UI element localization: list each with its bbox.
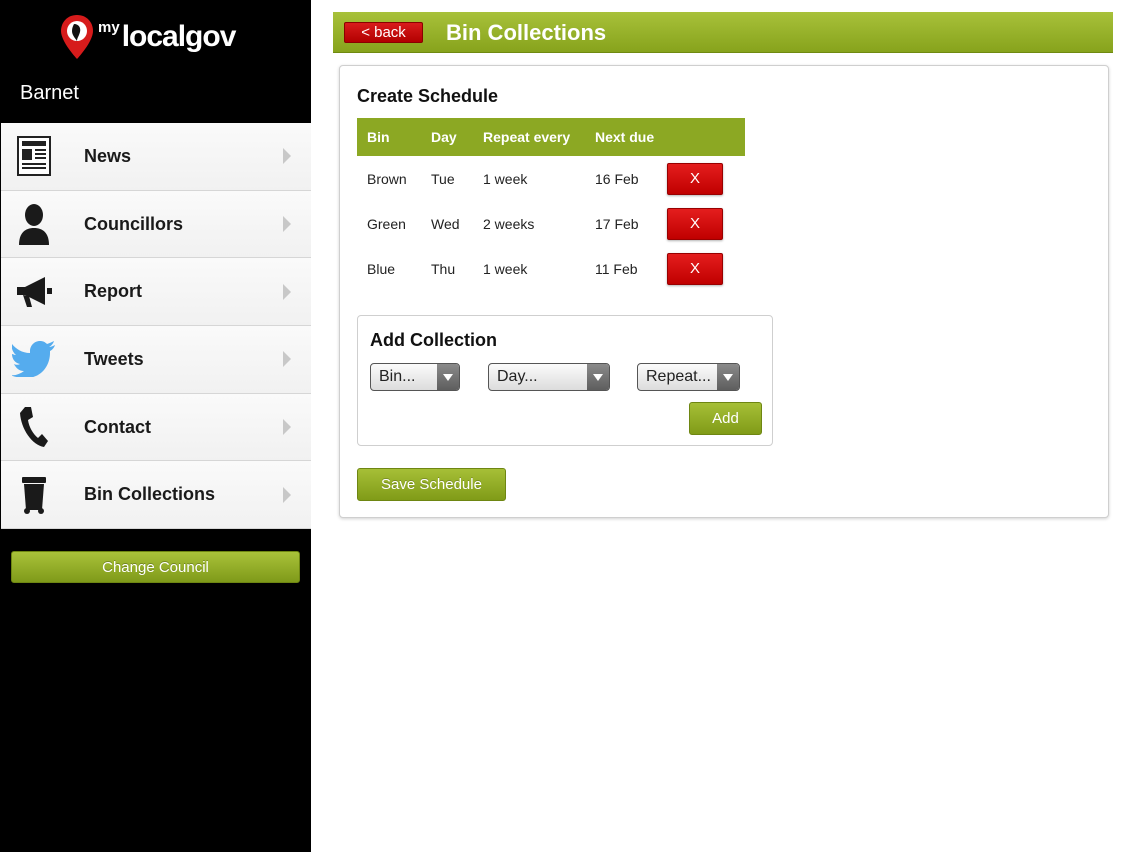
column-header-repeat: Repeat every <box>473 118 585 156</box>
sidebar-item-label: Report <box>84 281 142 302</box>
sidebar-item-label: Contact <box>84 416 151 437</box>
cell-actions: X <box>667 246 745 291</box>
sidebar-item-councillors[interactable]: Councillors <box>1 190 311 259</box>
column-header-actions <box>667 118 745 156</box>
cell-repeat: 1 week <box>483 260 528 277</box>
sidebar-item-contact[interactable]: Contact <box>1 393 311 462</box>
sidebar-item-label: Tweets <box>84 348 144 369</box>
delete-row-button[interactable]: X <box>667 207 723 240</box>
column-header-day: Day <box>421 118 473 156</box>
app-logo: my localgov <box>60 12 237 62</box>
chevron-right-icon <box>283 283 291 300</box>
sidebar-menu: News Councillors Report Tweets Contact B… <box>1 123 311 530</box>
person-icon <box>1 191 67 258</box>
cell-bin: Green <box>367 215 406 232</box>
dropdown-arrow-icon <box>717 364 739 390</box>
chevron-right-icon <box>283 351 291 368</box>
app-root: my localgov Barnet News Councillors Repo… <box>0 0 1136 852</box>
chevron-right-icon <box>283 419 291 436</box>
logo-prefix: my <box>98 18 120 36</box>
cell-repeat: 1 week <box>483 170 528 187</box>
back-button[interactable]: < back <box>344 22 423 43</box>
table-row: Blue Thu 1 week 11 Feb X <box>357 246 745 291</box>
column-header-next-due: Next due <box>585 118 667 156</box>
table-row: Brown Tue 1 week 16 Feb X <box>357 156 745 201</box>
map-pin-icon <box>61 15 93 59</box>
cell-actions: X <box>667 156 745 201</box>
phone-icon <box>1 394 67 461</box>
sidebar-item-label: Councillors <box>84 213 184 234</box>
cell-bin: Blue <box>367 260 396 277</box>
table-row: Green Wed 2 weeks 17 Feb X <box>357 201 745 246</box>
change-council-button[interactable]: Change Council <box>11 551 300 583</box>
cell-repeat: 2 weeks <box>483 215 535 232</box>
schedule-table: Bin Day Repeat every Next due Brown Tue … <box>357 118 745 291</box>
megaphone-icon <box>1 258 67 325</box>
add-collection-box: Add Collection Bin... Day... Repeat... A… <box>357 315 773 446</box>
chevron-right-icon <box>283 216 291 233</box>
logo-brand: localgov <box>121 20 237 53</box>
cell-day: Tue <box>431 170 455 187</box>
dropdown-arrow-icon <box>437 364 459 390</box>
sidebar: my localgov Barnet News Councillors Repo… <box>0 0 311 852</box>
page-title: Bin Collections <box>446 20 607 45</box>
sidebar-item-tweets[interactable]: Tweets <box>1 326 311 394</box>
add-collection-title: Add Collection <box>370 330 497 350</box>
bin-select[interactable]: Bin... <box>370 363 460 391</box>
schedule-panel: Create Schedule Bin Day Repeat every Nex… <box>339 65 1109 518</box>
wheelie-bin-icon <box>1 461 67 528</box>
cell-next-due: 17 Feb <box>595 215 639 232</box>
day-select[interactable]: Day... <box>488 363 610 391</box>
chevron-right-icon <box>283 148 291 165</box>
day-select-value: Day... <box>497 368 538 385</box>
table-header-row: Bin Day Repeat every Next due <box>357 118 745 156</box>
twitter-bird-icon <box>1 326 67 393</box>
create-schedule-title: Create Schedule <box>357 86 499 106</box>
delete-row-button[interactable]: X <box>667 252 723 285</box>
cell-day: Thu <box>431 260 456 277</box>
cell-actions: X <box>667 201 745 246</box>
cell-next-due: 16 Feb <box>595 170 639 187</box>
add-button[interactable]: Add <box>689 402 762 435</box>
bin-select-value: Bin... <box>379 368 416 385</box>
repeat-select-value: Repeat... <box>646 368 711 385</box>
header-bar: < back Bin Collections <box>333 12 1113 53</box>
sidebar-item-report[interactable]: Report <box>1 258 311 327</box>
chevron-right-icon <box>283 486 291 503</box>
sidebar-item-bin-collections[interactable]: Bin Collections <box>1 461 311 530</box>
repeat-select[interactable]: Repeat... <box>637 363 740 391</box>
save-schedule-button[interactable]: Save Schedule <box>357 468 506 501</box>
sidebar-item-news[interactable]: News <box>1 123 311 191</box>
newspaper-icon <box>1 123 67 190</box>
cell-day: Wed <box>431 215 460 232</box>
council-name: Barnet <box>20 82 79 104</box>
cell-next-due: 11 Feb <box>595 260 638 277</box>
column-header-bin: Bin <box>357 118 421 156</box>
dropdown-arrow-icon <box>587 364 609 390</box>
sidebar-item-label: Bin Collections <box>84 484 216 505</box>
cell-bin: Brown <box>367 170 407 187</box>
sidebar-item-label: News <box>84 145 132 166</box>
delete-row-button[interactable]: X <box>667 162 723 195</box>
